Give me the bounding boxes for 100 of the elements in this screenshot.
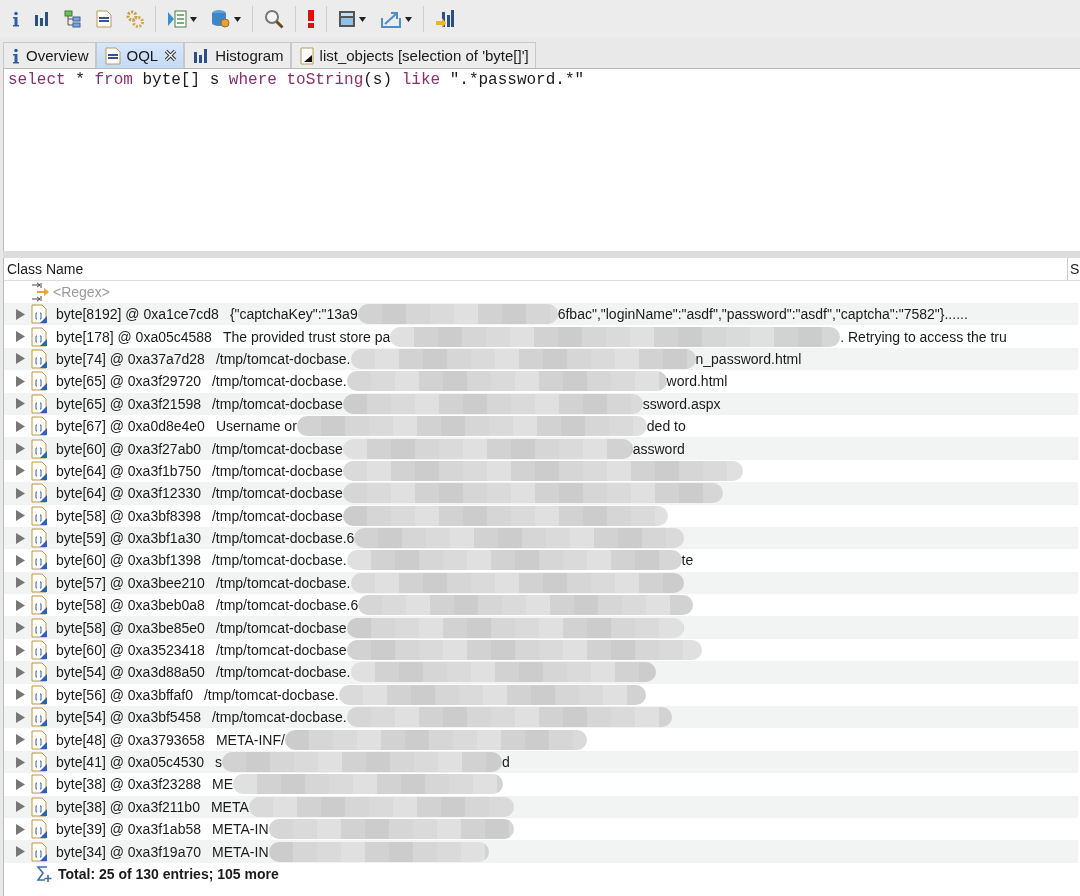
array-file-icon — [31, 662, 48, 683]
array-file-icon — [31, 640, 48, 661]
array-file-icon — [31, 841, 48, 862]
tab[interactable]: Histogram — [184, 42, 291, 68]
object-address: byte[41] @ 0xa05c4530 — [56, 754, 205, 770]
expand-arrow-icon[interactable] — [16, 331, 25, 343]
string-value: s — [215, 754, 223, 770]
tree-icon — [64, 10, 82, 28]
expand-arrow-icon[interactable] — [16, 532, 25, 544]
array-file-icon — [31, 393, 48, 414]
expand-arrow-icon[interactable] — [16, 644, 25, 656]
array-file-icon — [31, 617, 48, 638]
query-editor[interactable]: select * from byte[] s where toString(s) like ".*password.*" — [3, 69, 1080, 251]
array-file-icon — [31, 528, 48, 549]
info-icon — [12, 11, 20, 27]
string-value: /tmp/tomcat-docbase — [212, 462, 343, 479]
string-value: ssword.aspx — [642, 395, 721, 412]
object-address: byte[57] @ 0xa3bee210 — [56, 574, 205, 591]
object-address: byte[59] @ 0xa3bf1a30 — [56, 530, 201, 547]
expand-arrow-icon[interactable] — [16, 398, 25, 410]
object-address: byte[39] @ 0xa3f1ab58 — [56, 821, 201, 838]
string-value: ME — [212, 776, 233, 793]
expand-arrow-icon[interactable] — [16, 823, 25, 835]
object-address: byte[54] @ 0xa3bf5458 — [56, 709, 201, 726]
expand-arrow-icon[interactable] — [16, 443, 25, 455]
expand-arrow-icon[interactable] — [16, 622, 25, 634]
array-file-icon — [31, 550, 48, 571]
object-address: byte[38] @ 0xa3f211b0 — [56, 798, 200, 815]
array-file-icon — [31, 572, 48, 593]
object-address: byte[60] @ 0xa3f27ab0 — [56, 440, 201, 457]
expand-arrow-icon[interactable] — [16, 353, 25, 365]
bar-chart-icon — [193, 47, 210, 64]
expand-arrow-icon[interactable] — [16, 778, 25, 790]
expand-arrow-icon[interactable] — [16, 555, 25, 566]
array-file-icon — [31, 460, 48, 481]
regex-filter-field[interactable]: <Regex> — [53, 284, 173, 300]
search-icon — [264, 9, 284, 29]
object-address: byte[58] @ 0xa3beb0a8 — [56, 597, 205, 614]
string-value: /tmp/tomcat-docbase — [212, 395, 343, 412]
string-value: {"captchaKey":"13a9 — [229, 306, 358, 323]
string-value: /tmp/tomcat-docbase.6 — [215, 597, 359, 614]
array-file-icon — [31, 326, 48, 347]
object-address: byte[178] @ 0xa05c4588 — [56, 328, 212, 345]
tab[interactable]: OQL — [95, 42, 185, 68]
tab[interactable]: list_objects [selection of 'byte[]'] — [290, 42, 536, 68]
object-address: byte[60] @ 0xa3523418 — [56, 642, 205, 659]
array-file-icon — [31, 707, 48, 728]
expand-arrow-icon[interactable] — [16, 756, 25, 768]
total-summary: Total: 25 of 130 entries; 105 more — [58, 865, 279, 882]
expand-arrow-icon[interactable] — [16, 375, 25, 387]
string-value: META — [210, 798, 249, 815]
object-address: byte[74] @ 0xa37a7d28 — [56, 350, 205, 367]
expand-arrow-icon[interactable] — [16, 420, 25, 432]
string-value: . Retrying to access the tru — [840, 328, 1007, 345]
object-address: byte[58] @ 0xa3be85e0 — [56, 619, 205, 636]
array-file-icon — [31, 796, 48, 817]
export-icon — [380, 10, 402, 28]
string-value: /tmp/tomcat-docbase — [215, 619, 347, 636]
document-icon — [96, 10, 112, 28]
expand-arrow-icon[interactable] — [16, 487, 25, 499]
expand-arrow-icon[interactable] — [16, 666, 25, 678]
expand-arrow-icon[interactable] — [16, 689, 25, 701]
expand-arrow-icon[interactable] — [16, 599, 25, 611]
string-value: /tmp/tomcat-docbase. — [212, 552, 347, 569]
object-address: byte[48] @ 0xa3793658 — [56, 731, 205, 748]
object-address: byte[54] @ 0xa3d88a50 — [56, 664, 205, 681]
object-address: byte[67] @ 0xa0d8e4e0 — [56, 418, 205, 435]
string-value: The provided trust store pa — [222, 328, 391, 345]
list-layout-icon — [167, 10, 187, 28]
tab[interactable]: Overview — [3, 42, 96, 68]
array-file-icon — [31, 483, 48, 504]
expand-arrow-icon[interactable] — [16, 465, 25, 477]
array-file-icon — [31, 438, 48, 459]
array-file-icon — [31, 416, 48, 437]
object-address: byte[60] @ 0xa3bf1398 — [56, 552, 201, 569]
string-value: word.html — [666, 373, 728, 390]
object-address: byte[34] @ 0xa3f19a70 — [56, 843, 201, 860]
string-value: META-INF/ — [215, 731, 285, 748]
string-value: d — [502, 754, 510, 770]
expand-arrow-icon[interactable] — [16, 308, 25, 320]
string-value: /tmp/tomcat-docbase. — [203, 686, 339, 703]
string-value: /tmp/tomcat-docbase. — [212, 709, 347, 726]
string-value: META-IN — [212, 843, 269, 860]
expand-arrow-icon[interactable] — [16, 734, 25, 746]
expand-arrow-icon[interactable] — [16, 801, 25, 813]
array-file-icon — [31, 752, 48, 772]
expand-arrow-icon[interactable] — [16, 510, 25, 522]
expand-arrow-icon[interactable] — [16, 846, 25, 858]
string-value: /tmp/tomcat-docbase.6 — [212, 530, 355, 547]
close-icon[interactable] — [164, 49, 178, 62]
string-value: META-IN — [212, 821, 269, 838]
column-header[interactable]: S — [1070, 261, 1080, 277]
string-value: assword — [632, 440, 685, 457]
object-address: byte[56] @ 0xa3bffaf0 — [56, 686, 193, 703]
sum-icon — [36, 864, 52, 883]
string-value: te — [681, 552, 694, 569]
column-header[interactable]: Class Name — [7, 261, 84, 277]
expand-arrow-icon[interactable] — [16, 577, 25, 589]
expand-arrow-icon[interactable] — [16, 711, 25, 723]
object-address: byte[38] @ 0xa3f23288 — [56, 776, 201, 793]
